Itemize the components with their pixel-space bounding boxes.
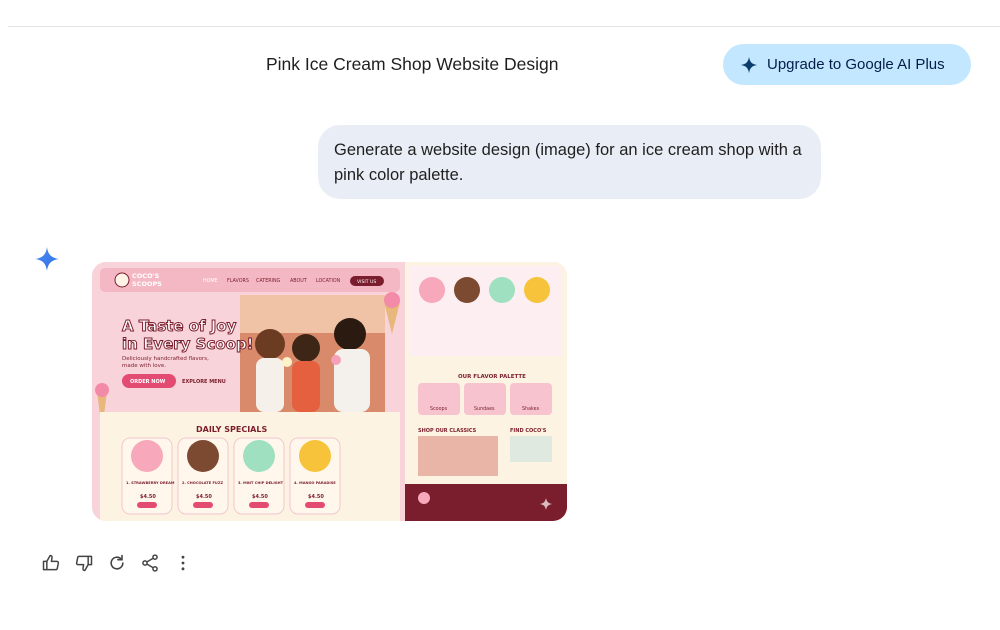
thumbs-up-icon[interactable] (40, 552, 62, 574)
nav-catering: CATERING (256, 278, 281, 284)
special-order-pill (249, 502, 269, 508)
hero-title-2: in Every Scoop! (122, 335, 254, 353)
top-divider (8, 26, 1000, 27)
special-price: $4.50 (252, 494, 268, 500)
special-price: $4.50 (308, 494, 324, 500)
special-price: $4.50 (140, 494, 156, 500)
special-name: 2. CHOCOLATE FUZZ (182, 481, 223, 485)
special-order-pill (193, 502, 213, 508)
hero-title-1: A Taste of Joy (122, 317, 237, 335)
nav-home: HOME (203, 278, 218, 284)
classics-title: SHOP OUR CLASSICS (418, 428, 477, 434)
special-price: $4.50 (196, 494, 212, 500)
upgrade-button[interactable]: Upgrade to Google AI Plus (723, 44, 971, 85)
special-order-pill (137, 502, 157, 508)
palette-sundaes: Sundaes (474, 406, 495, 412)
more-vert-icon[interactable] (172, 552, 194, 574)
special-name: 1. STRAWBERRY DREAM (126, 481, 175, 485)
specials-title: DAILY SPECIALS (196, 425, 267, 434)
palette-shakes: Shakes (522, 406, 540, 412)
nav-about: ABOUT (290, 278, 307, 284)
hero-sub-1: Deliciously handcrafted flavors, (122, 356, 209, 362)
special-scoop (243, 440, 275, 472)
nav-location: LOCATION (316, 278, 341, 284)
special-order-pill (305, 502, 325, 508)
find-title: FIND COCO'S (510, 428, 547, 434)
brand-line-1: COCO'S (132, 272, 160, 280)
thumbs-down-icon[interactable] (73, 552, 95, 574)
order-now: ORDER NOW (130, 379, 166, 385)
special-scoop (187, 440, 219, 472)
brand-line-2: SCOOPS (132, 280, 162, 288)
special-scoop (131, 440, 163, 472)
palette-scoops: Scoops (430, 406, 448, 412)
special-scoop (299, 440, 331, 472)
special-name: 3. MINT CHIP DELIGHT (238, 481, 284, 485)
nav-flavors: FLAVORS (227, 278, 249, 284)
generated-image[interactable]: COCO'S SCOOPS HOME FLAVORS CATERING ABOU… (92, 262, 567, 521)
sparkle-icon (740, 56, 758, 73)
special-name: 4. MANGO PARADISE (294, 481, 336, 485)
response-actions (40, 552, 205, 574)
palette-title: OUR FLAVOR PALETTE (458, 374, 526, 380)
user-message: Generate a website design (image) for an… (318, 125, 821, 199)
conversation-title: Pink Ice Cream Shop Website Design (266, 54, 559, 74)
visit-us: VISIT US (357, 279, 376, 285)
upgrade-label: Upgrade to Google AI Plus (767, 56, 945, 73)
gemini-sparkle-icon (34, 246, 60, 277)
share-icon[interactable] (139, 552, 161, 574)
explore-menu: EXPLORE MENU (182, 379, 226, 385)
redo-icon[interactable] (106, 552, 128, 574)
hero-sub-2: made with love. (122, 363, 166, 369)
